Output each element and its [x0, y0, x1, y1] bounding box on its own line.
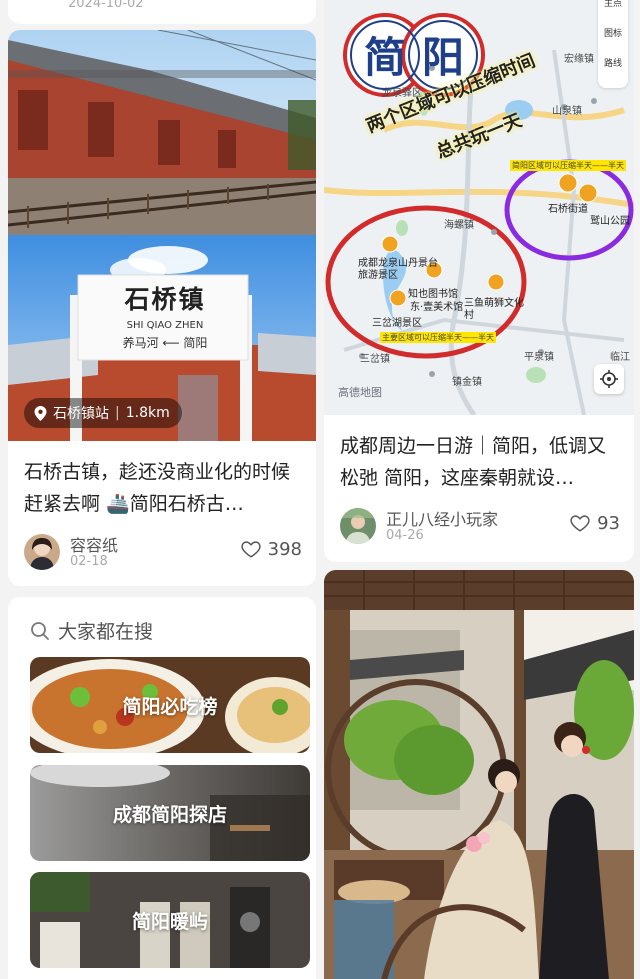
- location-name: 石桥镇站: [53, 406, 109, 422]
- courtyard-photo: [324, 570, 634, 979]
- map-label-jiushan: 鹫山公园: [590, 216, 630, 227]
- heart-icon: [570, 515, 590, 532]
- note-date: 04-26: [386, 528, 424, 543]
- map-attribution: 高德地图: [338, 386, 382, 399]
- map-label-shiqiao-tag: 简阳区域可以压缩半天——半天: [510, 160, 626, 171]
- note-card-jianyang-map[interactable]: 简 阳 两个区域可以压缩时间 总共玩一天 龙泉驿区 宏缘镇 山泉镇 简阳区域可以…: [324, 0, 634, 562]
- location-separator: |: [115, 405, 120, 421]
- map-tool-route[interactable]: 路线: [598, 58, 628, 88]
- search-chip-label: 成都简阳探店: [112, 803, 227, 826]
- location-pin-icon: [34, 405, 47, 421]
- note-card-shiqiao[interactable]: 石桥镇 SHI QIAO ZHEN 养马河 ⟵ 简阳 石桥镇站 | 1.8km …: [8, 30, 316, 586]
- sign-pinyin: SHI QIAO ZHEN: [126, 320, 204, 331]
- search-heading-text: 大家都在搜: [58, 621, 154, 643]
- map-label-lower-tag: 主要区域可以压缩半天——半天: [380, 332, 496, 343]
- note-title[interactable]: 石桥古镇，趁还没商业化的时候赶紧去啊 🚢简阳石桥古…: [24, 456, 302, 520]
- search-suggestions-card: 大家都在搜 简阳必吃榜 成都简阳探店 简阳暖屿: [8, 597, 316, 979]
- search-chip-label: 简阳必吃榜: [122, 695, 218, 718]
- map-image: 简 阳 两个区域可以压缩时间 总共玩一天 龙泉驿区 宏缘镇 山泉镇 简阳区域可以…: [324, 0, 634, 417]
- warehouse-photo: [8, 30, 316, 235]
- map-label-haiwa: 海螺镇: [444, 220, 474, 231]
- note-date: 02-18: [70, 554, 108, 569]
- search-chip-jianyang-food[interactable]: 简阳必吃榜: [30, 657, 310, 753]
- note-meta: 正儿八经小玩家 04-26 93: [340, 508, 620, 548]
- like-button[interactable]: 93: [569, 512, 620, 534]
- heart-icon: [241, 541, 261, 558]
- map-tool-icon[interactable]: 图标: [598, 28, 628, 58]
- map-label-sanjia: 三岔镇: [360, 354, 390, 365]
- map-label-sanyu: 三鱼萌狮文化村: [464, 298, 524, 321]
- location-badge[interactable]: 石桥镇站 | 1.8km: [24, 398, 182, 428]
- map-label-longquan: 龙泉驿区: [382, 88, 422, 99]
- map-label-sancha: 三岔湖景区: [372, 318, 422, 329]
- map-label-lin: 临江: [610, 352, 630, 363]
- locate-button[interactable]: [594, 364, 624, 394]
- search-chip-label: 简阳暖屿: [131, 910, 208, 933]
- note-meta: 容容纸 02-18 398: [24, 534, 302, 574]
- crosshair-icon: [600, 370, 618, 388]
- map-label-fan: 平泉镇: [524, 352, 554, 363]
- avatar[interactable]: [340, 508, 376, 544]
- prev-card-tail[interactable]: 2024-10-02: [8, 0, 316, 24]
- like-button[interactable]: 398: [240, 538, 302, 560]
- search-chip-chengdu-jianyang-explore[interactable]: 成都简阳探店: [30, 765, 310, 861]
- search-chip-jianyang-nuanyu[interactable]: 简阳暖屿: [30, 872, 310, 968]
- feed: 2024-10-02 石桥镇 SHI QIAO ZHEN 养马河 ⟵ 简阳 石桥…: [0, 0, 640, 979]
- sign-route: 养马河 ⟵ 简阳: [122, 336, 208, 350]
- map-tool-panel: 主点 图标 路线: [598, 0, 628, 88]
- author-name[interactable]: 正儿八经小玩家: [386, 506, 498, 530]
- map-tool-mainpoint[interactable]: 主点: [598, 0, 628, 28]
- map-label-shanquan: 山泉镇: [552, 106, 582, 117]
- like-count: 398: [267, 538, 302, 560]
- sign-title: 石桥镇: [124, 285, 206, 314]
- like-count: 93: [597, 512, 620, 534]
- prev-card-date: 2024-10-02: [68, 0, 144, 11]
- note-card-courtyard[interactable]: [324, 570, 634, 979]
- location-distance: 1.8km: [125, 405, 170, 421]
- author-name[interactable]: 容容纸: [70, 532, 118, 556]
- search-icon: [31, 621, 49, 640]
- map-label-yihuo: 东·壹美术馆: [410, 302, 464, 313]
- map-label-hongxing: 宏缘镇: [564, 54, 594, 65]
- search-heading: 大家都在搜: [30, 617, 153, 644]
- map-headline-char-1: 简: [363, 33, 406, 82]
- map-label-shiqiao: 石桥街道: [548, 204, 588, 215]
- note-title[interactable]: 成都周边一日游｜简阳，低调又松弛 简阳，这座秦朝就设…: [340, 430, 620, 494]
- map-label-longquanshan: 成都龙泉山丹景台旅游景区: [358, 258, 438, 281]
- map-label-yiyu: 镇金镇: [452, 377, 482, 388]
- avatar[interactable]: [24, 534, 60, 570]
